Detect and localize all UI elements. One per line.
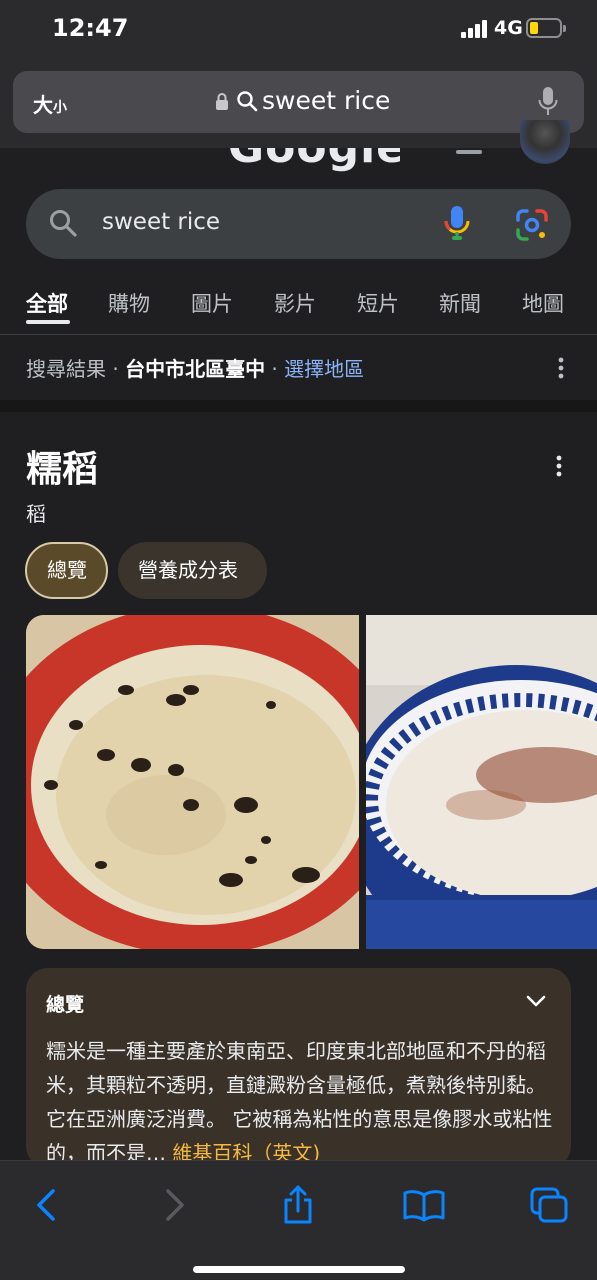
bookmarks-icon[interactable] (402, 1188, 446, 1222)
google-logo-clip: Google (200, 148, 400, 178)
location-row: 搜尋結果 · 台中市北區臺中 · 選擇地區 (26, 353, 364, 382)
location-prefix: 搜尋結果 · (26, 357, 126, 381)
active-tab-indicator (26, 320, 70, 324)
chevron-down-icon[interactable] (526, 994, 546, 1008)
back-icon[interactable] (35, 1188, 57, 1222)
tab-shopping[interactable]: 購物 (108, 288, 150, 318)
kp-title: 糯稻 (26, 449, 99, 490)
tab-news[interactable]: 新聞 (439, 288, 481, 318)
search-icon (237, 91, 258, 112)
overview-text: 糯米是一種主要產於東南亞、印度東北部地區和不丹的稻米，其顆粒不透明，直鏈澱粉含量… (46, 1034, 558, 1170)
chip-nutrition[interactable]: 營養成分表 (118, 542, 267, 599)
kp-subtitle: 稻 (26, 502, 46, 526)
battery-icon (526, 18, 566, 38)
tab-maps[interactable]: 地圖 (522, 288, 564, 318)
dictation-mic-icon[interactable] (538, 86, 558, 118)
location-separator: · (265, 357, 285, 381)
chip-overview[interactable]: 總覽 (25, 542, 108, 599)
tab-all[interactable]: 全部 (26, 288, 68, 318)
avatar[interactable] (520, 120, 570, 164)
more-vert-icon[interactable] (554, 454, 564, 478)
search-tabs: 全部 購物 圖片 影片 短片 新聞 地圖 (0, 283, 597, 333)
cellular-signal-icon (461, 20, 489, 38)
tabs-icon[interactable] (529, 1186, 569, 1224)
text-size-button[interactable]: 大小 (33, 89, 67, 118)
tab-images[interactable]: 圖片 (191, 288, 233, 318)
food-image[interactable] (366, 615, 597, 949)
home-indicator[interactable] (193, 1266, 405, 1273)
lock-icon (216, 93, 228, 110)
rice-pudding-red-bowl-image (26, 615, 359, 949)
overview-heading: 總覽 (46, 994, 85, 1016)
voice-search-icon[interactable] (443, 205, 471, 243)
status-time: 12:47 (52, 14, 129, 42)
food-image[interactable] (26, 615, 359, 949)
rice-pudding-blue-bowl-image (366, 615, 597, 949)
choose-region-link[interactable]: 選擇地區 (284, 357, 364, 381)
search-input[interactable]: sweet rice (102, 209, 220, 235)
address-text[interactable]: sweet rice (262, 86, 390, 115)
forward-icon[interactable] (164, 1188, 186, 1222)
google-logo[interactable]: Google (228, 148, 400, 173)
tab-short-videos[interactable]: 短片 (357, 288, 399, 318)
tab-videos[interactable]: 影片 (274, 288, 316, 318)
section-separator (0, 400, 597, 412)
location-place: 台中市北區臺中 (125, 357, 266, 381)
more-vert-icon[interactable] (556, 356, 566, 380)
share-icon[interactable] (281, 1184, 315, 1226)
apps-icon[interactable] (456, 148, 484, 158)
google-lens-icon[interactable] (515, 208, 549, 242)
search-icon (50, 210, 77, 237)
divider (0, 334, 597, 335)
network-type: 4G (494, 17, 523, 39)
